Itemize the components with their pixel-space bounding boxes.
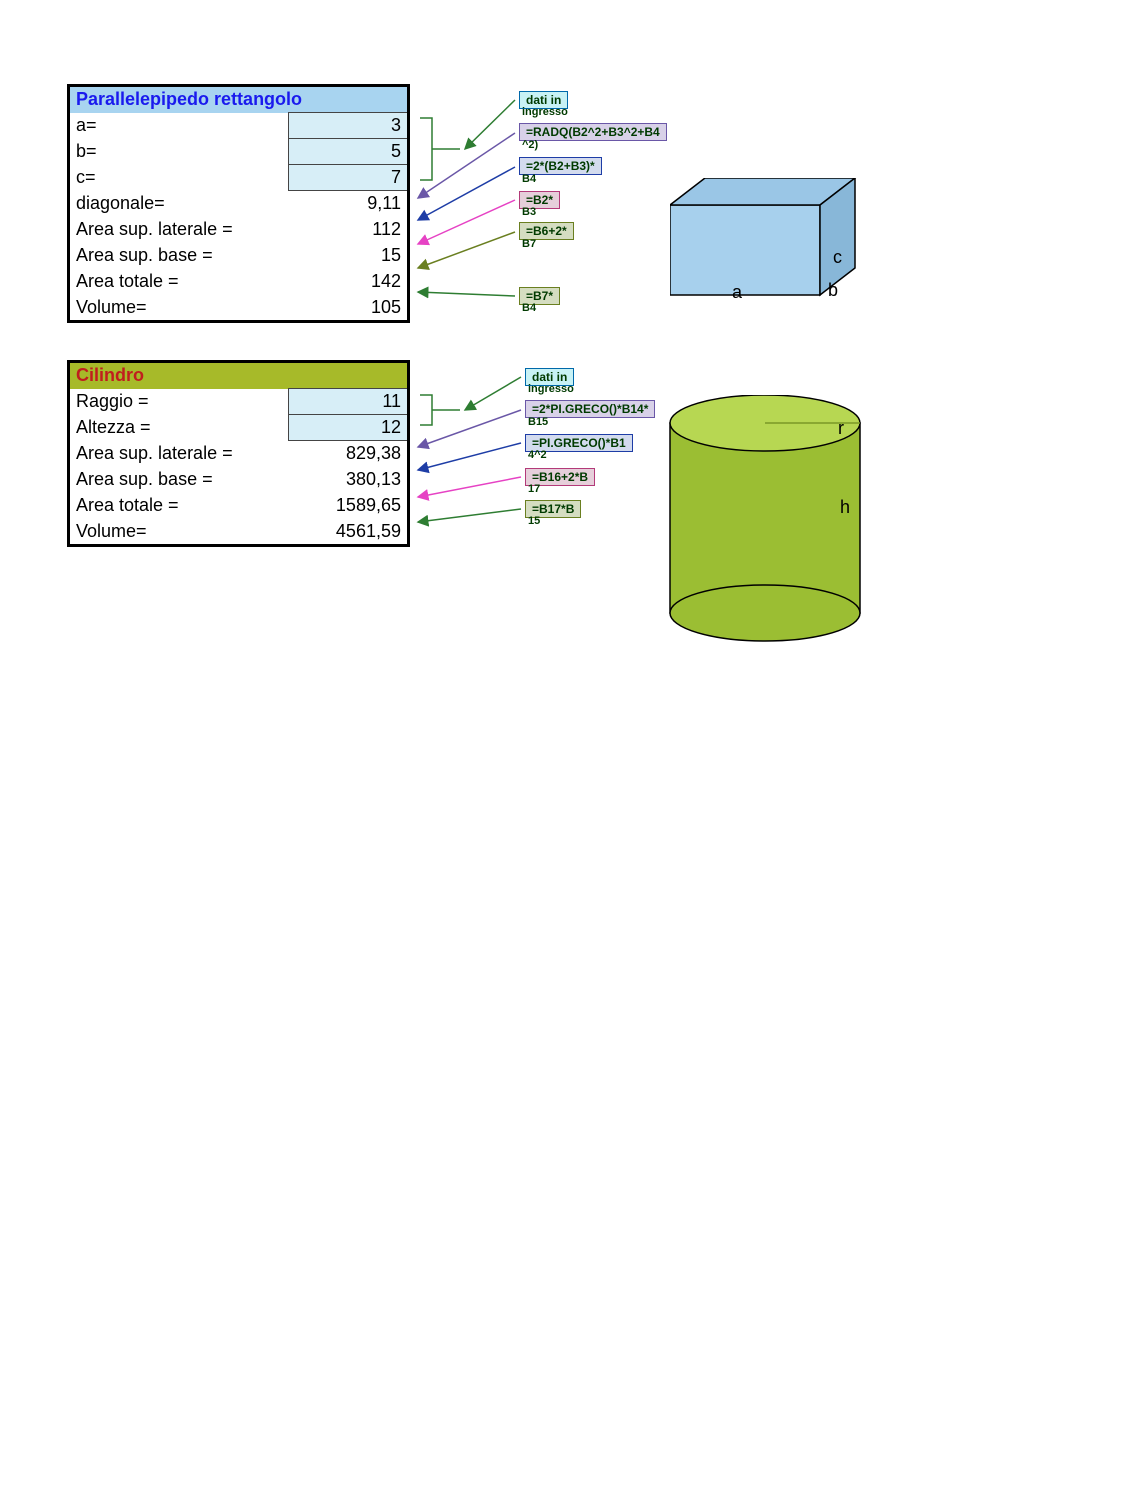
input-a[interactable]: 3	[289, 113, 409, 139]
row-label: Area sup. laterale =	[69, 217, 289, 243]
value-lat: 112	[289, 217, 409, 243]
formula-total-sub: B7	[522, 238, 536, 250]
row-label: diagonale=	[69, 191, 289, 217]
input-data-label-2-sub: ingresso	[528, 383, 574, 395]
calc-table-1: Parallelepipedo rettangolo a= 3 b= 5 c= …	[67, 84, 410, 323]
cylinder-shape	[660, 395, 880, 655]
formula-cyl-lateral-sub: B15	[528, 416, 548, 428]
row-label: Volume=	[69, 519, 289, 546]
dim-r: r	[838, 418, 844, 439]
row-label: a=	[69, 113, 289, 139]
input-c[interactable]: 7	[289, 165, 409, 191]
row-label: b=	[69, 139, 289, 165]
row-label: Volume=	[69, 295, 289, 322]
dim-h: h	[840, 497, 850, 518]
row-label: Altezza =	[69, 415, 289, 441]
dim-c: c	[833, 247, 842, 268]
calc-table-2: Cilindro Raggio = 11 Altezza = 12 Area s…	[67, 360, 410, 547]
row-label: Area totale =	[69, 269, 289, 295]
dim-a: a	[732, 282, 742, 303]
row-label: Area sup. laterale =	[69, 441, 289, 467]
value-tot: 142	[289, 269, 409, 295]
cuboid-shape	[670, 178, 880, 308]
row-label: Raggio =	[69, 389, 289, 415]
value-base: 380,13	[289, 467, 409, 493]
table-title: Parallelepipedo rettangolo	[69, 86, 409, 113]
row-label: c=	[69, 165, 289, 191]
cylinder-table: Cilindro Raggio = 11 Altezza = 12 Area s…	[67, 360, 410, 547]
parallelepiped-table: Parallelepipedo rettangolo a= 3 b= 5 c= …	[67, 84, 410, 323]
value-vol: 4561,59	[289, 519, 409, 546]
formula-lateral-sub: B4	[522, 173, 536, 185]
input-r[interactable]: 11	[289, 389, 409, 415]
input-b[interactable]: 5	[289, 139, 409, 165]
table-title: Cilindro	[69, 362, 409, 389]
formula-diagonal: =RADQ(B2^2+B3^2+B4	[519, 123, 667, 141]
value-base: 15	[289, 243, 409, 269]
row-label: Area sup. base =	[69, 467, 289, 493]
row-label: Area sup. base =	[69, 243, 289, 269]
formula-cyl-volume-sub: 15	[528, 515, 540, 527]
formula-base-sub: B3	[522, 206, 536, 218]
formula-volume-sub: B4	[522, 302, 536, 314]
input-data-label-sub: ingresso	[522, 106, 568, 118]
formula-cyl-base-sub: 4^2	[528, 449, 547, 461]
value-tot: 1589,65	[289, 493, 409, 519]
row-label: Area totale =	[69, 493, 289, 519]
value-vol: 105	[289, 295, 409, 322]
input-h[interactable]: 12	[289, 415, 409, 441]
dim-b: b	[828, 280, 838, 301]
value-lat: 829,38	[289, 441, 409, 467]
formula-cyl-total-sub: 17	[528, 483, 540, 495]
formula-diagonal-sub: ^2)	[522, 139, 538, 151]
value-diag: 9,11	[289, 191, 409, 217]
